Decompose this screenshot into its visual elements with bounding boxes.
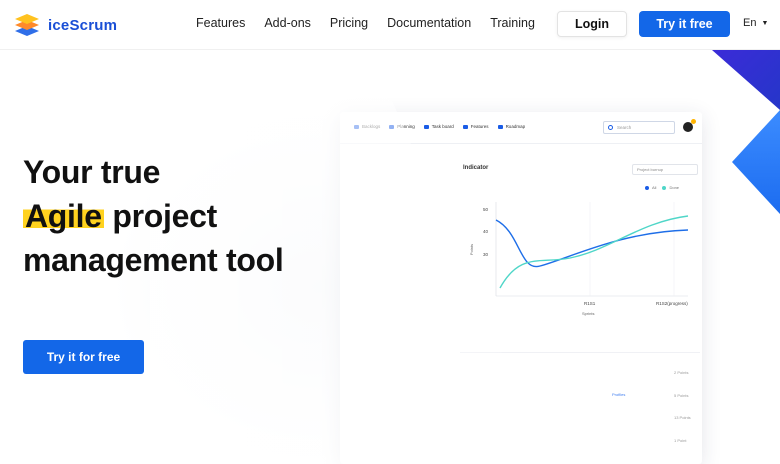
- mockup-search-field: Search: [603, 121, 675, 134]
- legend-dot-all: [645, 185, 649, 190]
- mockup-tab-roadmap: Roadmap: [497, 124, 526, 129]
- headline-line-3: management tool: [23, 242, 284, 278]
- app-screenshot-preview: Backlogs Planning Task board Features Ro…: [340, 112, 702, 464]
- burnup-chart: [495, 202, 689, 297]
- brand-logo[interactable]: iceScrum: [14, 12, 117, 38]
- nav-link-training[interactable]: Training: [490, 16, 535, 30]
- language-selector[interactable]: En ▼: [743, 17, 768, 29]
- features-icon: [462, 124, 468, 129]
- indicator-select: Project burnup: [632, 164, 698, 175]
- points-label: 5 Points: [674, 393, 689, 398]
- mockup-tab-planning: Planning: [389, 124, 415, 129]
- mockup-tab-task-board: Task board: [423, 124, 454, 129]
- icescrum-logo-icon: [15, 14, 39, 36]
- login-button[interactable]: Login: [557, 11, 627, 37]
- points-label: 2 Points: [674, 370, 689, 375]
- chevron-down-icon: ▼: [761, 19, 769, 27]
- indicator-title: Indicator: [463, 165, 489, 171]
- mockup-tab-label: Roadmap: [505, 124, 526, 129]
- mockup-tabs: Backlogs Planning Task board Features Ro…: [354, 124, 534, 129]
- points-label: 1 Point: [674, 438, 687, 443]
- legend-dot-done: [662, 185, 667, 190]
- legend-label: Done: [669, 185, 680, 190]
- headline-highlight-word: Agile: [23, 198, 104, 234]
- search-icon: [608, 125, 613, 130]
- nav-link-pricing[interactable]: Pricing: [330, 16, 368, 30]
- try-it-free-button[interactable]: Try it free: [639, 11, 730, 37]
- chart-legend: All Done: [645, 185, 685, 190]
- task-board-icon: [423, 124, 429, 129]
- mockup-tab-label: Backlogs: [362, 124, 381, 129]
- backlogs-icon: [354, 124, 359, 129]
- nav-link-features[interactable]: Features: [196, 16, 245, 30]
- mockup-tab-label: Features: [470, 124, 489, 129]
- nav-link-documentation[interactable]: Documentation: [387, 16, 471, 30]
- avatar: [683, 119, 696, 132]
- site-header: iceScrum Features Add-ons Pricing Docume…: [0, 0, 780, 50]
- series-all-line: [495, 219, 689, 268]
- roadmap-icon: [497, 124, 503, 129]
- planning-icon: [389, 124, 395, 129]
- legend-item-all: All: [645, 185, 656, 190]
- hero-headline: Your true Agile project management tool: [23, 150, 363, 282]
- brand-name: iceScrum: [48, 16, 118, 34]
- notification-dot: [691, 119, 696, 124]
- language-label: En: [743, 17, 757, 29]
- mockup-tab-backlogs: Backlogs: [354, 124, 380, 129]
- x-tick: R1S2(progress): [656, 301, 688, 306]
- mockup-divider: [460, 352, 700, 353]
- headline-line-1: Your true: [23, 154, 161, 190]
- x-tick: R1S1: [584, 301, 596, 306]
- mockup-tab-label: Task board: [431, 124, 454, 129]
- mockup-tab-features: Features: [462, 124, 489, 129]
- mockup-search-placeholder: Search: [617, 125, 632, 130]
- points-label: 13 Points: [674, 415, 691, 420]
- legend-label: All: [652, 185, 657, 190]
- decorative-light-triangle: [732, 110, 780, 214]
- mockup-toolbar: Backlogs Planning Task board Features Ro…: [340, 112, 702, 144]
- series-done-line: [499, 215, 689, 289]
- main-navigation: Features Add-ons Pricing Documentation T…: [196, 16, 554, 30]
- headline-line-2-rest: project: [112, 198, 217, 234]
- mockup-row-link: Profiles: [612, 392, 626, 397]
- x-axis-label: Sprints: [582, 311, 595, 316]
- decorative-dark-triangle: [712, 50, 780, 110]
- mockup-tab-label: Planning: [397, 124, 415, 129]
- legend-item-done: Done: [662, 185, 679, 190]
- nav-link-add-ons[interactable]: Add-ons: [264, 16, 311, 30]
- try-it-for-free-button[interactable]: Try it for free: [23, 340, 144, 374]
